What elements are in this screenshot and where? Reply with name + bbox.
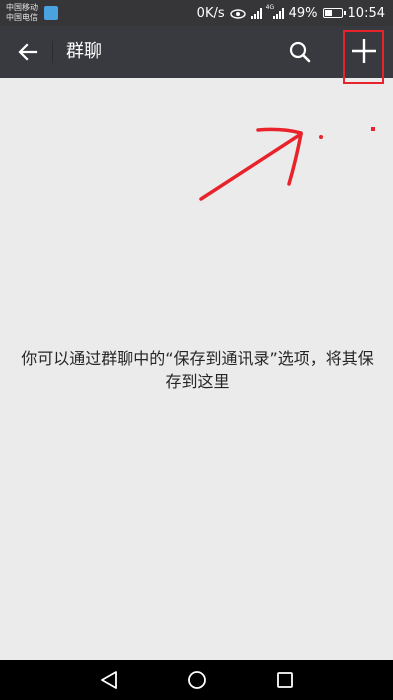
circle-home-icon — [188, 671, 206, 689]
nav-home-button[interactable] — [186, 669, 208, 691]
clock: 10:54 — [347, 5, 385, 21]
triangle-back-icon — [101, 671, 117, 689]
signal-icon-2: 4G — [265, 4, 284, 19]
empty-state-message: 你可以通过群聊中的“保存到通讯录”选项，将其保存到这里 — [21, 349, 374, 391]
carrier-2: 中国电信 — [6, 13, 38, 22]
system-nav-bar — [0, 660, 393, 700]
battery-percent: 49% — [288, 5, 318, 21]
search-button[interactable] — [282, 34, 318, 70]
arrow-left-icon — [18, 43, 38, 61]
status-bar: 中国移动 中国电信 0K/s 4G 49% 10:54 — [0, 0, 393, 26]
eye-icon — [229, 8, 246, 19]
carrier-1: 中国移动 — [6, 3, 38, 12]
net-speed: 0K/s — [196, 5, 225, 21]
app-toolbar: 群聊 — [0, 26, 393, 78]
page-title: 群聊 — [66, 41, 102, 62]
battery-fill — [324, 10, 333, 16]
annotation-highlight-box — [343, 30, 384, 84]
toolbar-divider — [52, 41, 53, 63]
notification-app-icon — [44, 6, 58, 20]
network-type: 4G — [265, 4, 275, 11]
search-icon — [289, 41, 311, 63]
carrier-info: 中国移动 中国电信 — [6, 3, 38, 23]
status-indicators: 0K/s 4G 49% 10:54 — [197, 0, 385, 26]
battery-icon — [322, 8, 346, 18]
back-button[interactable] — [10, 34, 46, 70]
nav-back-button[interactable] — [98, 669, 120, 691]
nav-recents-button[interactable] — [274, 669, 296, 691]
square-recents-icon — [277, 672, 293, 688]
signal-icon-1 — [250, 7, 262, 19]
